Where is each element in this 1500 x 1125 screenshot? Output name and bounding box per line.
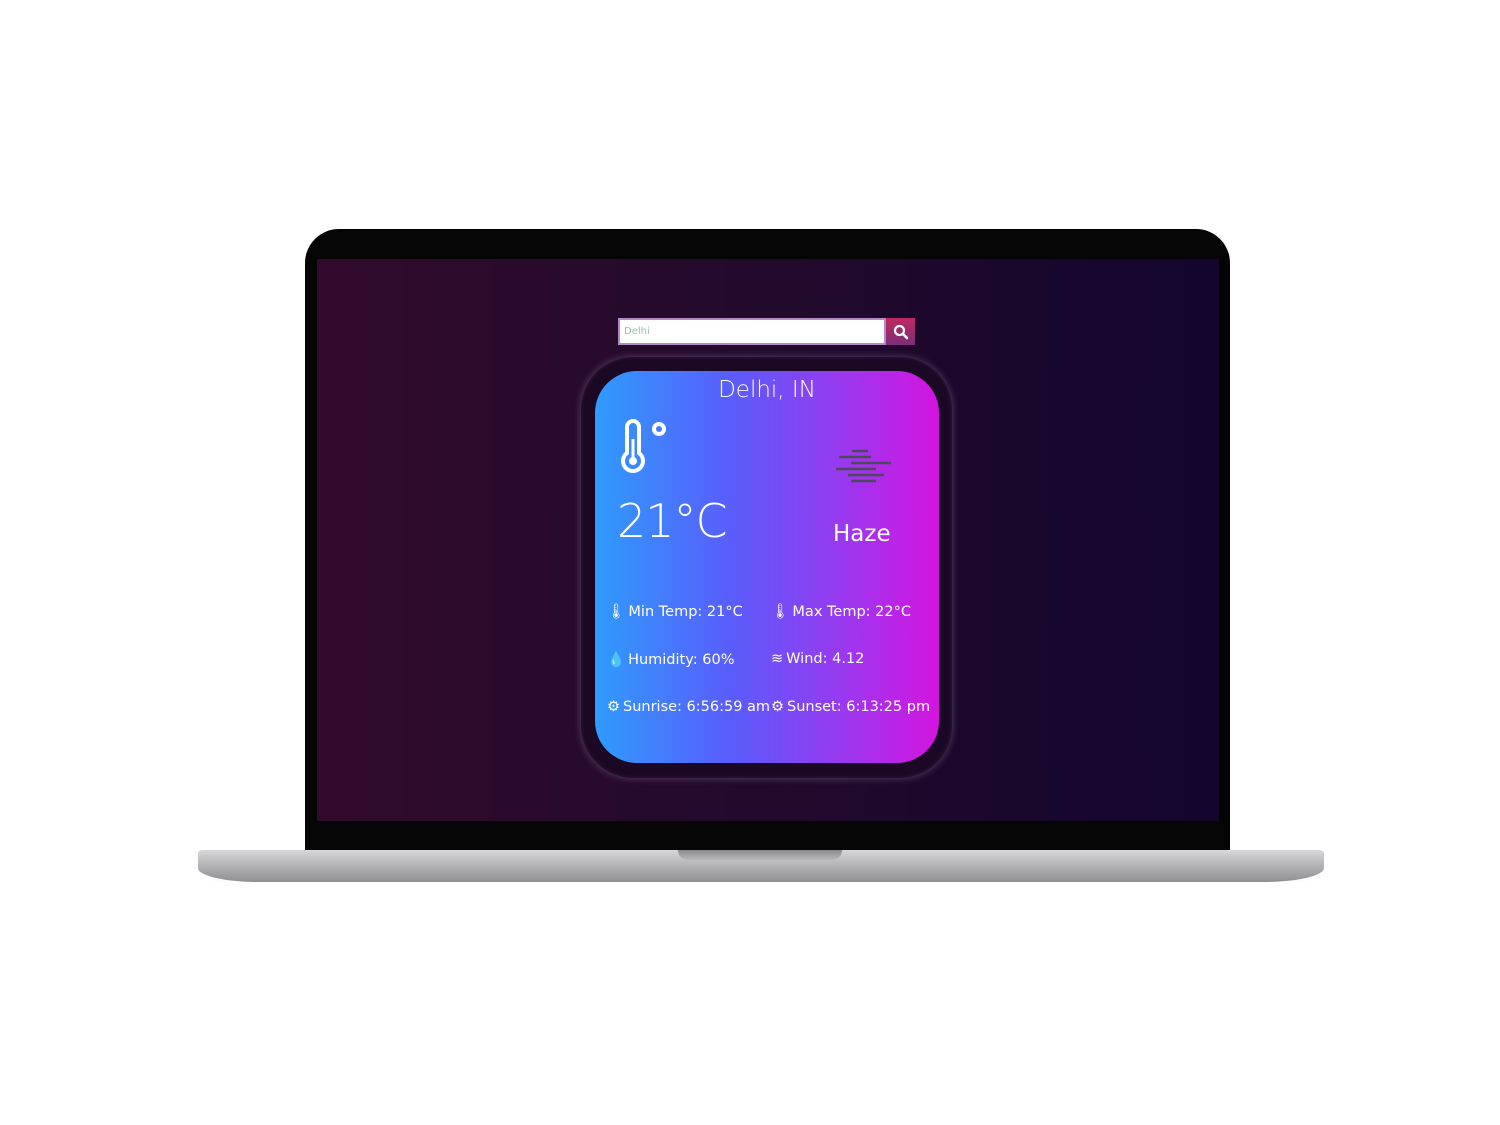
humidity: 💧 Humidity: 60% [607,651,735,669]
sunset: ⚙ Sunset: 6:13:25 pm [771,699,930,715]
search-bar [618,318,915,345]
search-icon [893,324,908,339]
sunrise: ⚙ Sunrise: 6:56:59 am [607,699,770,715]
wind-text: Wind: 4.12 [786,651,865,667]
city-search-input[interactable] [618,318,886,345]
wind-icon: ≋ [771,651,784,667]
gear-icon: ⚙ [607,699,620,715]
max-temp-text: Max Temp: 22°C [792,603,911,620]
min-temp-text: Min Temp: 21°C [628,603,743,620]
current-temperature: 21°C [617,494,728,548]
gear-icon: ⚙ [771,699,784,715]
humidity-text: Humidity: 60% [628,651,735,668]
thermometer-icon: 🌡 [607,604,626,620]
weather-card: Delhi, IN 21°C Haze 🌡 Min Temp: 21°C 🌡 Max… [595,371,939,763]
sunrise-text: Sunrise: 6:56:59 am [623,699,771,715]
thermometer-icon [621,419,666,473]
droplet-icon: 💧 [607,652,626,668]
weather-condition: Haze [833,521,891,547]
search-button[interactable] [886,318,915,345]
min-temp: 🌡 Min Temp: 21°C [607,603,743,621]
max-temp: 🌡 Max Temp: 22°C [771,603,911,621]
city-name: Delhi, IN [718,377,816,403]
sunset-text: Sunset: 6:13:25 pm [787,699,931,715]
wind: ≋ Wind: 4.12 [771,651,864,667]
haze-icon [836,449,891,483]
laptop-notch [678,850,842,860]
thermometer-icon: 🌡 [771,604,790,620]
